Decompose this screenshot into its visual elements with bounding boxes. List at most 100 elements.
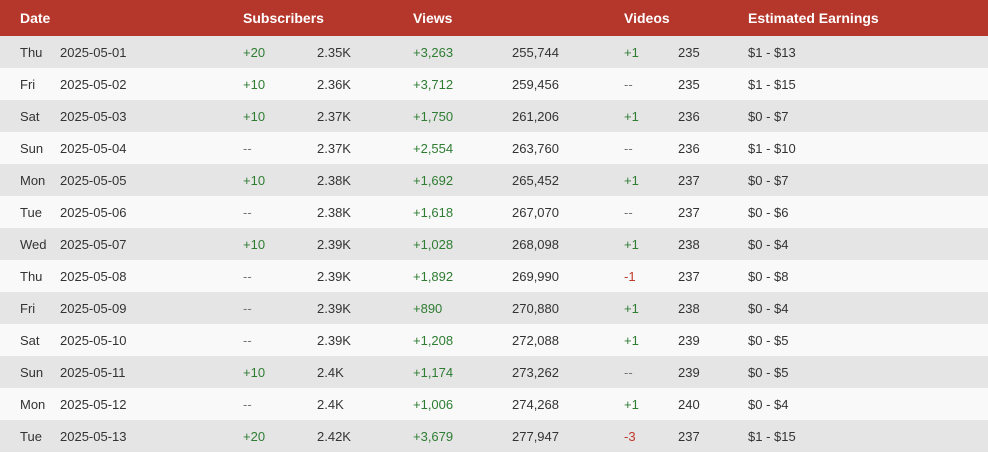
view-change: +890 bbox=[413, 301, 443, 316]
subscriber-total: 2.4K bbox=[317, 397, 344, 412]
video-change: +1 bbox=[624, 45, 639, 60]
table-row: Wed 2025-05-07 +10 2.39K +1,028 268,098 +1 238 $… bbox=[0, 228, 988, 260]
video-total: 237 bbox=[678, 205, 700, 220]
row-date: 2025-05-11 bbox=[60, 365, 126, 380]
table-row: Thu 2025-05-01 +20 2.35K +3,263 255,744 +1 235 $… bbox=[0, 36, 988, 68]
video-total: 238 bbox=[678, 301, 700, 316]
subscriber-total: 2.4K bbox=[317, 365, 344, 380]
view-change: +1,208 bbox=[413, 333, 454, 348]
row-date: 2025-05-06 bbox=[60, 205, 127, 220]
view-change: +1,892 bbox=[413, 269, 454, 284]
row-day: Sat bbox=[20, 333, 40, 348]
estimated-earnings: $1 - $13 bbox=[748, 45, 796, 60]
row-date: 2025-05-03 bbox=[60, 109, 127, 124]
video-total: 237 bbox=[678, 173, 700, 188]
row-date: 2025-05-05 bbox=[60, 173, 127, 188]
row-day: Wed bbox=[20, 237, 47, 252]
subscriber-change: -- bbox=[243, 141, 252, 156]
video-total: 239 bbox=[678, 333, 700, 348]
view-total: 273,262 bbox=[512, 365, 559, 380]
table-row: Sat 2025-05-10 -- 2.39K +1,208 272,088 +1 239 $0… bbox=[0, 324, 988, 356]
subscriber-total: 2.39K bbox=[317, 333, 351, 348]
video-total: 237 bbox=[678, 429, 700, 444]
video-change: +1 bbox=[624, 109, 639, 124]
video-change: +1 bbox=[624, 237, 639, 252]
subscriber-change: +10 bbox=[243, 77, 266, 92]
row-date: 2025-05-12 bbox=[60, 397, 127, 412]
view-change: +3,263 bbox=[413, 45, 454, 60]
estimated-earnings: $0 - $7 bbox=[748, 173, 789, 188]
subscriber-change: +20 bbox=[243, 429, 266, 444]
view-total: 265,452 bbox=[512, 173, 559, 188]
subscriber-total: 2.36K bbox=[317, 77, 351, 92]
estimated-earnings: $0 - $5 bbox=[748, 333, 789, 348]
row-date: 2025-05-10 bbox=[60, 333, 127, 348]
estimated-earnings: $0 - $4 bbox=[748, 301, 789, 316]
subscriber-total: 2.39K bbox=[317, 301, 351, 316]
header-subscribers[interactable]: Subscribers bbox=[243, 0, 324, 36]
table-body: Thu 2025-05-01 +20 2.35K +3,263 255,744 +1 235 $… bbox=[0, 36, 988, 452]
view-total: 255,744 bbox=[512, 45, 559, 60]
table-row: Mon 2025-05-12 -- 2.4K +1,006 274,268 +1 240 $0 … bbox=[0, 388, 988, 420]
header-videos[interactable]: Videos bbox=[624, 0, 670, 36]
row-day: Tue bbox=[20, 205, 42, 220]
video-change: -- bbox=[624, 141, 633, 156]
view-change: +1,750 bbox=[413, 109, 454, 124]
row-date: 2025-05-02 bbox=[60, 77, 127, 92]
subscriber-total: 2.42K bbox=[317, 429, 351, 444]
table-row: Mon 2025-05-05 +10 2.38K +1,692 265,452 +1 237 $… bbox=[0, 164, 988, 196]
view-change: +3,679 bbox=[413, 429, 454, 444]
row-date: 2025-05-08 bbox=[60, 269, 127, 284]
view-change: +1,028 bbox=[413, 237, 454, 252]
estimated-earnings: $0 - $4 bbox=[748, 397, 789, 412]
view-total: 268,098 bbox=[512, 237, 559, 252]
row-date: 2025-05-13 bbox=[60, 429, 127, 444]
header-date[interactable]: Date bbox=[20, 0, 50, 36]
video-total: 236 bbox=[678, 141, 700, 156]
row-day: Fri bbox=[20, 77, 36, 92]
row-date: 2025-05-07 bbox=[60, 237, 127, 252]
table-row: Tue 2025-05-06 -- 2.38K +1,618 267,070 -- 237 $0… bbox=[0, 196, 988, 228]
video-change: -1 bbox=[624, 269, 636, 284]
view-total: 270,880 bbox=[512, 301, 559, 316]
subscriber-change: +10 bbox=[243, 109, 266, 124]
video-change: +1 bbox=[624, 301, 639, 316]
row-day: Mon bbox=[20, 173, 46, 188]
row-day: Mon bbox=[20, 397, 46, 412]
subscriber-change: +10 bbox=[243, 237, 266, 252]
video-total: 238 bbox=[678, 237, 700, 252]
table-row: Sun 2025-05-11 +10 2.4K +1,174 273,262 -- 239 $0… bbox=[0, 356, 988, 388]
subscriber-change: -- bbox=[243, 205, 252, 220]
subscriber-change: +10 bbox=[243, 365, 266, 380]
header-estimated-earnings[interactable]: Estimated Earnings bbox=[748, 0, 879, 36]
table-row: Fri 2025-05-09 -- 2.39K +890 270,880 +1 238 $0 -… bbox=[0, 292, 988, 324]
table-row: Thu 2025-05-08 -- 2.39K +1,892 269,990 -1 237 $0… bbox=[0, 260, 988, 292]
row-day: Sun bbox=[20, 365, 44, 380]
row-date: 2025-05-04 bbox=[60, 141, 127, 156]
row-day: Sun bbox=[20, 141, 44, 156]
view-total: 277,947 bbox=[512, 429, 559, 444]
header-views[interactable]: Views bbox=[413, 0, 452, 36]
video-total: 235 bbox=[678, 45, 700, 60]
video-total: 237 bbox=[678, 269, 700, 284]
row-day: Thu bbox=[20, 269, 43, 284]
view-change: +1,692 bbox=[413, 173, 454, 188]
subscriber-change: -- bbox=[243, 397, 252, 412]
row-day: Fri bbox=[20, 301, 36, 316]
video-change: -- bbox=[624, 365, 633, 380]
video-change: +1 bbox=[624, 397, 639, 412]
estimated-earnings: $0 - $4 bbox=[748, 237, 789, 252]
subscriber-total: 2.39K bbox=[317, 269, 351, 284]
view-total: 267,070 bbox=[512, 205, 559, 220]
view-total: 269,990 bbox=[512, 269, 559, 284]
row-date: 2025-05-09 bbox=[60, 301, 127, 316]
table-row: Fri 2025-05-02 +10 2.36K +3,712 259,456 -- 235 $… bbox=[0, 68, 988, 100]
estimated-earnings: $0 - $5 bbox=[748, 365, 789, 380]
estimated-earnings: $1 - $10 bbox=[748, 141, 796, 156]
view-total: 263,760 bbox=[512, 141, 559, 156]
view-change: +3,712 bbox=[413, 77, 454, 92]
video-change: +1 bbox=[624, 333, 639, 348]
subscriber-change: -- bbox=[243, 333, 252, 348]
estimated-earnings: $1 - $15 bbox=[748, 77, 796, 92]
table-header: Date Subscribers Views Videos Estimated … bbox=[0, 0, 988, 36]
